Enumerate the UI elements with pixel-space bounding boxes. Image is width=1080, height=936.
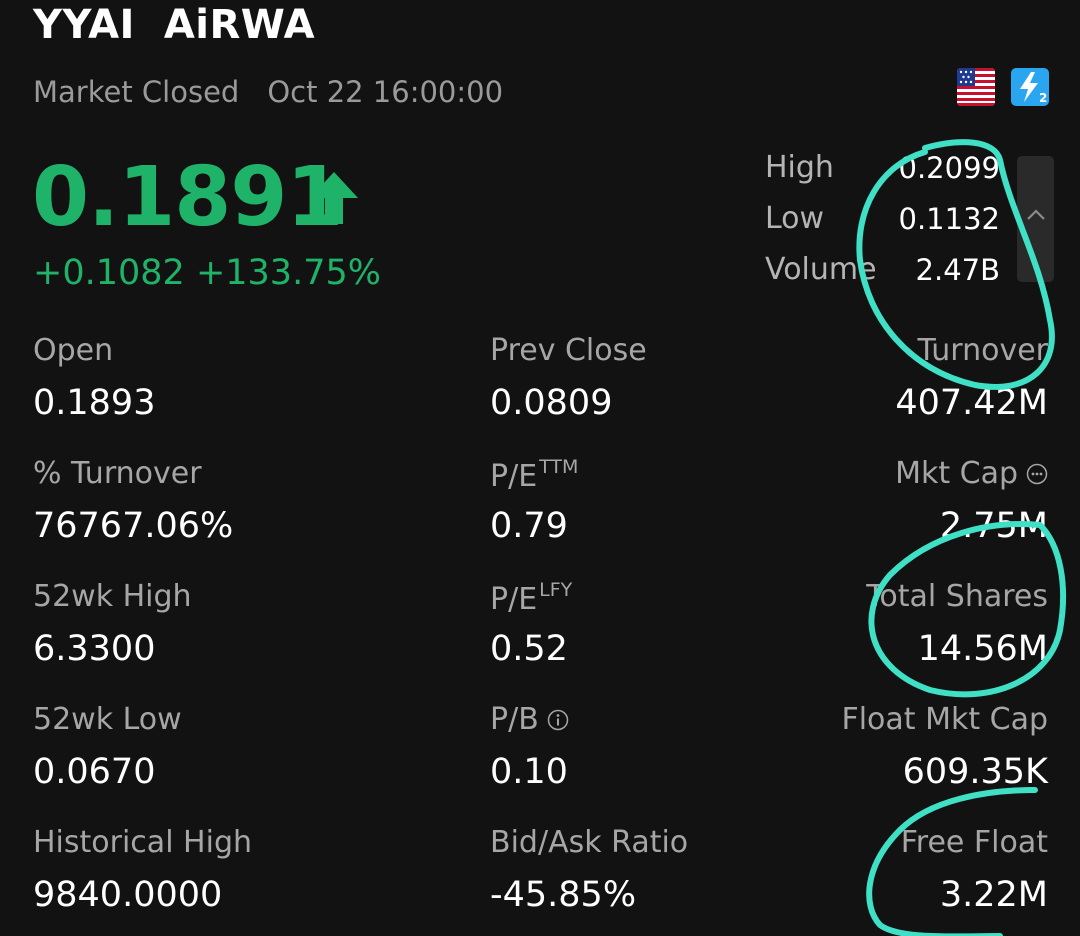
pe-lfy-label: P/E LFY bbox=[490, 579, 572, 617]
pe-ttm-label-text: P/E bbox=[490, 459, 538, 494]
pe-lfy-label-text: P/E bbox=[490, 582, 538, 617]
free-float-value: 3.22M bbox=[939, 875, 1048, 915]
total-shares-value: 14.56M bbox=[917, 629, 1048, 669]
market-status: Market Closed bbox=[33, 75, 240, 109]
last-price: 0.1891 bbox=[32, 150, 343, 245]
wk52-low-label: 52wk Low bbox=[33, 702, 182, 737]
pe-ttm-value: 0.79 bbox=[490, 506, 568, 546]
pct-turnover-label: % Turnover bbox=[33, 456, 202, 491]
level2-icon[interactable]: 2 bbox=[1011, 68, 1049, 106]
float-mkt-cap-value: 609.35K bbox=[902, 752, 1048, 792]
wk52-high-value: 6.3300 bbox=[33, 629, 156, 669]
pe-ttm-label: P/E TTM bbox=[490, 456, 578, 494]
pe-ttm-superscript: TTM bbox=[539, 456, 579, 478]
change-amount: +0.1082 bbox=[33, 253, 185, 293]
high-value: 0.2099 bbox=[898, 151, 1000, 185]
svg-text:2: 2 bbox=[1039, 91, 1047, 105]
turnover-value: 407.42M bbox=[895, 383, 1048, 423]
us-flag-icon[interactable] bbox=[957, 68, 995, 106]
collapse-button[interactable] bbox=[1017, 156, 1054, 282]
market-timestamp: Oct 22 16:00:00 bbox=[267, 75, 504, 109]
market-status-row: Market Closed Oct 22 16:00:00 bbox=[33, 75, 503, 109]
bid-ask-ratio-label: Bid/Ask Ratio bbox=[490, 825, 689, 860]
mkt-cap-label[interactable]: Mkt Cap bbox=[895, 456, 1048, 491]
pb-label[interactable]: P/B bbox=[490, 702, 569, 737]
prev-close-label: Prev Close bbox=[490, 333, 647, 368]
more-options-icon[interactable] bbox=[1026, 458, 1048, 485]
wk52-high-label: 52wk High bbox=[33, 579, 192, 614]
pct-turnover-value: 76767.06% bbox=[33, 506, 234, 546]
turnover-label: Turnover bbox=[917, 333, 1048, 368]
pb-value: 0.10 bbox=[490, 752, 568, 792]
wk52-low-value: 0.0670 bbox=[33, 752, 156, 792]
historical-high-value: 9840.0000 bbox=[33, 875, 223, 915]
historical-high-label: Historical High bbox=[33, 825, 253, 860]
open-value: 0.1893 bbox=[33, 383, 156, 423]
total-shares-label: Total Shares bbox=[866, 579, 1048, 614]
float-mkt-cap-label: Float Mkt Cap bbox=[841, 702, 1048, 737]
bid-ask-ratio-value: -45.85% bbox=[490, 875, 637, 915]
mkt-cap-value: 2.75M bbox=[939, 506, 1048, 546]
price-change: +0.1082 +133.75% bbox=[33, 253, 381, 293]
low-label: Low bbox=[765, 201, 825, 236]
open-label: Open bbox=[33, 333, 114, 368]
free-float-label: Free Float bbox=[900, 825, 1048, 860]
low-value: 0.1132 bbox=[898, 202, 1000, 236]
chevron-up-icon bbox=[1027, 209, 1045, 220]
change-percent: +133.75% bbox=[195, 253, 381, 293]
mkt-cap-label-text: Mkt Cap bbox=[895, 456, 1018, 491]
ticker-symbol: YYAI bbox=[33, 2, 135, 48]
high-label: High bbox=[765, 150, 834, 185]
prev-close-value: 0.0809 bbox=[490, 383, 613, 423]
pe-lfy-superscript: LFY bbox=[539, 579, 573, 601]
info-icon[interactable] bbox=[547, 704, 569, 731]
company-name: AiRWA bbox=[163, 2, 316, 48]
arrow-up-icon bbox=[308, 170, 360, 226]
pb-label-text: P/B bbox=[490, 702, 539, 737]
pe-lfy-value: 0.52 bbox=[490, 629, 568, 669]
volume-value: 2.47B bbox=[915, 253, 1000, 287]
volume-label: Volume bbox=[765, 252, 877, 287]
stock-title: YYAI AiRWA bbox=[33, 2, 315, 48]
